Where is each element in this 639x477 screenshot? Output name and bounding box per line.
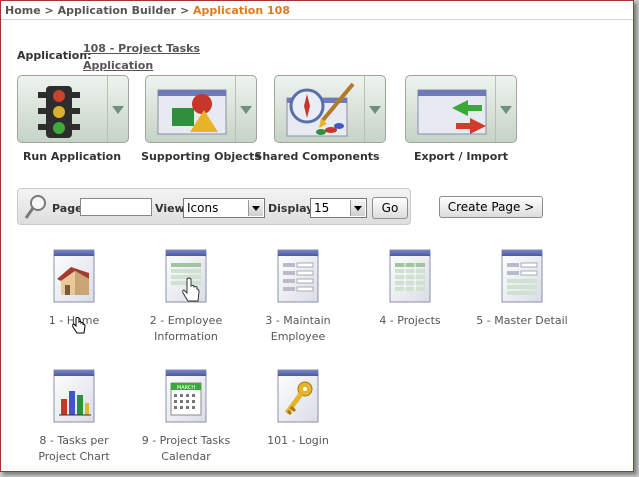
- application-name-line2[interactable]: Application: [83, 57, 203, 74]
- page-item-calendar[interactable]: MARCH 9 - Project Tasks Calendar: [131, 369, 241, 465]
- main-window: Home > Application Builder > Application…: [0, 0, 634, 472]
- breadcrumb-current: Application 108: [193, 4, 290, 17]
- compass-brush-icon: [286, 82, 355, 137]
- calendar-page-icon: MARCH: [165, 369, 207, 423]
- page-item-tasks-chart[interactable]: 8 - Tasks per Project Chart: [19, 369, 129, 465]
- key-page-icon: [277, 369, 319, 423]
- page-item-employee-information[interactable]: 2 - Employee Information: [131, 249, 241, 345]
- view-select[interactable]: Icons: [183, 198, 265, 218]
- application-name-link[interactable]: 108 - Project Tasks Application: [83, 40, 203, 74]
- display-select-value: 15: [314, 201, 330, 215]
- display-label: Display: [268, 202, 314, 215]
- calendar-month-text: MARCH: [177, 385, 195, 391]
- run-application-tile[interactable]: [17, 75, 129, 143]
- page-item-label[interactable]: 2 - Employee Information: [131, 313, 241, 345]
- search-icon: [24, 195, 46, 219]
- page-item-label[interactable]: 3 - Maintain Employee: [243, 313, 353, 345]
- display-select[interactable]: 15: [310, 198, 367, 218]
- breadcrumb-separator: >: [179, 4, 190, 17]
- breadcrumb-app-builder-link[interactable]: Application Builder: [58, 4, 177, 17]
- page-item-login[interactable]: 101 - Login: [243, 369, 353, 449]
- go-button[interactable]: Go: [372, 197, 408, 219]
- traffic-light-icon: [38, 86, 80, 138]
- tile-dropdown-arrow[interactable]: [495, 76, 516, 142]
- page-item-maintain-employee[interactable]: 3 - Maintain Employee: [243, 249, 353, 345]
- tile-dropdown-arrow[interactable]: [364, 76, 385, 142]
- run-application-label[interactable]: Run Application: [7, 150, 137, 163]
- tile-dropdown-arrow[interactable]: [235, 76, 256, 142]
- page-search-bar: Page View Icons Display 15 Go: [17, 188, 411, 225]
- page-item-projects[interactable]: 4 - Projects: [355, 249, 465, 329]
- supporting-objects-tile[interactable]: [145, 75, 257, 143]
- report-page-icon: [389, 249, 431, 303]
- application-label: Application:: [17, 49, 92, 62]
- export-import-label[interactable]: Export / Import: [396, 150, 526, 163]
- breadcrumb-divider: [1, 19, 633, 20]
- house-page-icon: [53, 249, 95, 303]
- chevron-down-icon[interactable]: [248, 200, 263, 216]
- page-item-home[interactable]: 1 - Home: [19, 249, 129, 334]
- form-page-icon: [165, 249, 207, 303]
- chevron-down-icon[interactable]: [350, 200, 365, 216]
- create-page-button[interactable]: Create Page >: [439, 196, 543, 218]
- page-item-label[interactable]: 101 - Login: [243, 433, 353, 449]
- hand-cursor-icon: [72, 317, 86, 334]
- export-import-arrows-icon: [417, 89, 487, 135]
- page-item-label[interactable]: 9 - Project Tasks Calendar: [131, 433, 241, 465]
- page-item-label[interactable]: 8 - Tasks per Project Chart: [19, 433, 129, 465]
- page-item-master-detail[interactable]: 5 - Master Detail: [467, 249, 577, 329]
- breadcrumb-home-link[interactable]: Home: [5, 4, 41, 17]
- page-item-label[interactable]: 4 - Projects: [355, 313, 465, 329]
- export-import-tile[interactable]: [405, 75, 517, 143]
- form-page-icon: [277, 249, 319, 303]
- shared-components-tile[interactable]: [274, 75, 386, 143]
- chart-page-icon: [53, 369, 95, 423]
- page-filter-input[interactable]: [80, 198, 152, 216]
- shared-components-label[interactable]: Shared Components: [252, 150, 382, 163]
- application-name-line1[interactable]: 108 - Project Tasks: [83, 40, 203, 57]
- view-label: View: [155, 202, 185, 215]
- supporting-objects-label[interactable]: Supporting Objects: [136, 150, 266, 163]
- view-select-value: Icons: [187, 201, 219, 215]
- page-filter-label: Page: [52, 202, 83, 215]
- tile-dropdown-arrow[interactable]: [107, 76, 128, 142]
- form-page-icon: [501, 249, 543, 303]
- page-item-label[interactable]: 5 - Master Detail: [467, 313, 577, 329]
- breadcrumb-separator: >: [44, 4, 54, 17]
- breadcrumb: Home > Application Builder > Application…: [5, 4, 290, 17]
- shapes-icon: [157, 89, 227, 135]
